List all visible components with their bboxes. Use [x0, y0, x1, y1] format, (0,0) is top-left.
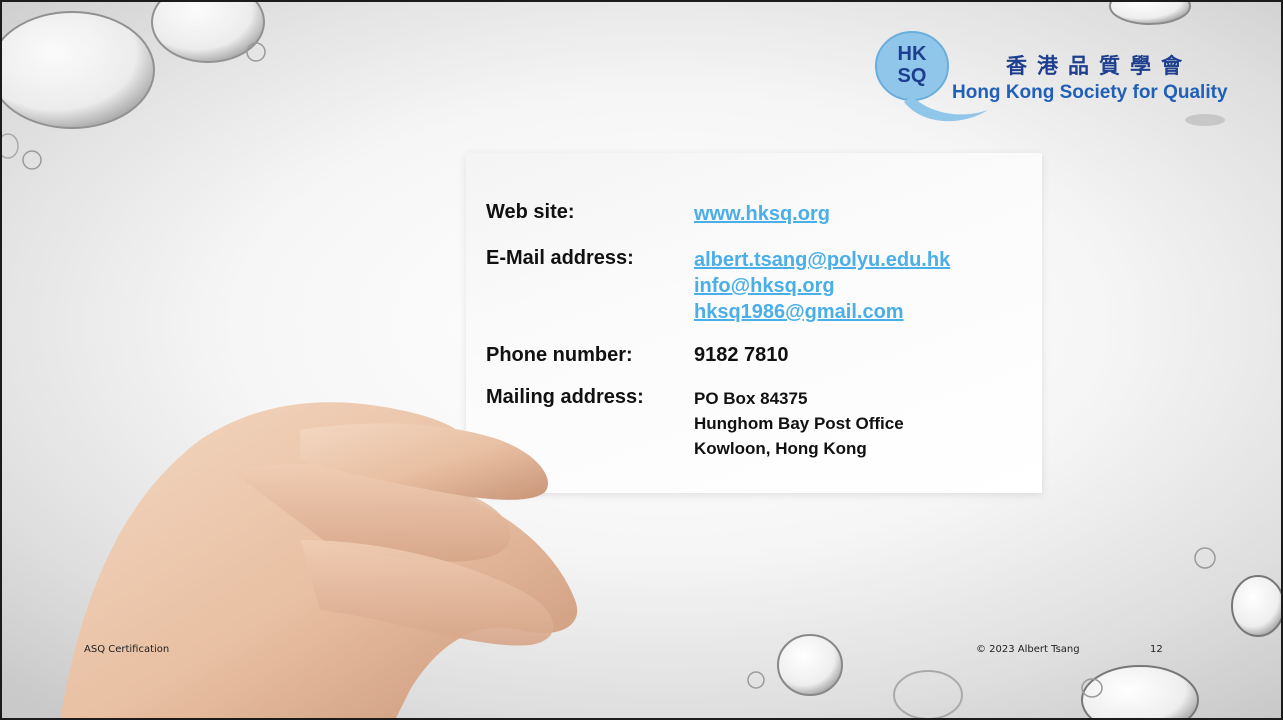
logo-name-cn: 香港品質學會 — [1006, 53, 1192, 78]
logo-name-en: Hong Kong Society for Quality — [952, 82, 1228, 103]
slide: Web site: www.hksq.org E-Mail address: a… — [0, 0, 1283, 720]
footer-copyright: © 2023 Albert Tsang — [976, 644, 1080, 655]
logo-badge-text: HK — [898, 43, 927, 65]
page-number: 12 — [1150, 644, 1163, 655]
hand-thumb — [300, 423, 548, 500]
footer-left-text: ASQ Certification — [84, 644, 170, 655]
logo-badge-text: SQ — [898, 65, 927, 87]
